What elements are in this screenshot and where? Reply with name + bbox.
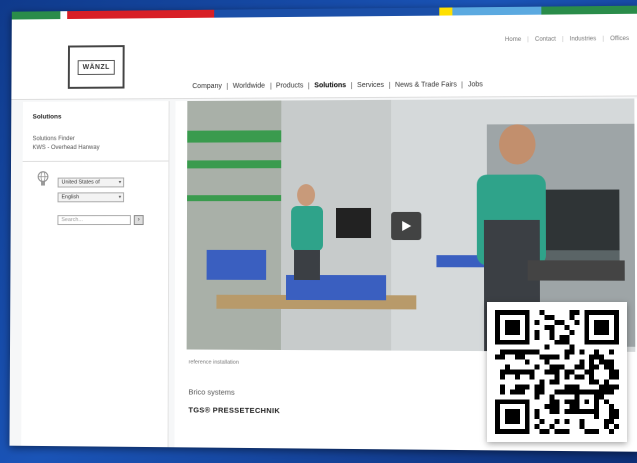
brand-color-segment: [439, 7, 453, 16]
play-button[interactable]: [391, 211, 422, 241]
site-header: WÄNZL Home Contact Industries Offices Compa…: [11, 13, 637, 101]
chevron-down-icon: ▾: [118, 194, 122, 201]
search-input[interactable]: Search...: [57, 215, 131, 226]
country-select-value: United States of: [61, 179, 100, 186]
sidebar-subtitle-line[interactable]: Solutions Finder: [32, 135, 99, 144]
nav-item[interactable]: Jobs: [461, 81, 488, 89]
nav-item[interactable]: News & Trade Fairs: [388, 81, 462, 89]
logo-text: WÄNZL: [77, 59, 115, 75]
nav-item[interactable]: Solutions: [308, 82, 352, 90]
nav-item[interactable]: Company: [192, 83, 227, 90]
qr-code-graphic: [495, 310, 619, 434]
language-select[interactable]: English ▾: [57, 192, 125, 203]
sidebar-title: Solutions: [32, 113, 62, 121]
utility-nav: Home Contact Industries Offices: [505, 36, 629, 43]
main-nav: Company Worldwide Products Solutions Service…: [192, 81, 488, 90]
site-logo[interactable]: WÄNZL: [67, 45, 125, 89]
nav-item[interactable]: Products: [269, 82, 309, 90]
search-button[interactable]: ›: [133, 215, 144, 226]
qr-code: [487, 302, 627, 442]
nav-item[interactable]: Services: [351, 81, 389, 90]
chevron-down-icon: ▾: [118, 179, 122, 186]
language-select-value: English: [61, 194, 80, 201]
globe-icon: [36, 171, 50, 186]
content-brand: TGS® PRESSETECHNIK: [188, 405, 281, 416]
country-select[interactable]: United States of ▾: [57, 177, 125, 188]
utility-nav-link[interactable]: Home: [505, 37, 521, 43]
nav-item[interactable]: Worldwide: [226, 82, 270, 90]
content-title: Brico systems: [188, 387, 235, 397]
utility-nav-link[interactable]: Offices: [602, 36, 629, 42]
sidebar-divider: [22, 160, 169, 162]
play-icon: [402, 220, 412, 232]
video-caption: reference installation: [188, 359, 239, 366]
sidebar: Solutions Solutions Finder KWS - Overhea…: [21, 101, 170, 450]
utility-nav-link[interactable]: Industries: [562, 36, 597, 42]
sidebar-subtitle: Solutions Finder KWS - Overhead Hanway: [32, 135, 99, 153]
utility-nav-link[interactable]: Contact: [527, 37, 556, 43]
sidebar-subtitle-line[interactable]: KWS - Overhead Hanway: [32, 144, 99, 153]
